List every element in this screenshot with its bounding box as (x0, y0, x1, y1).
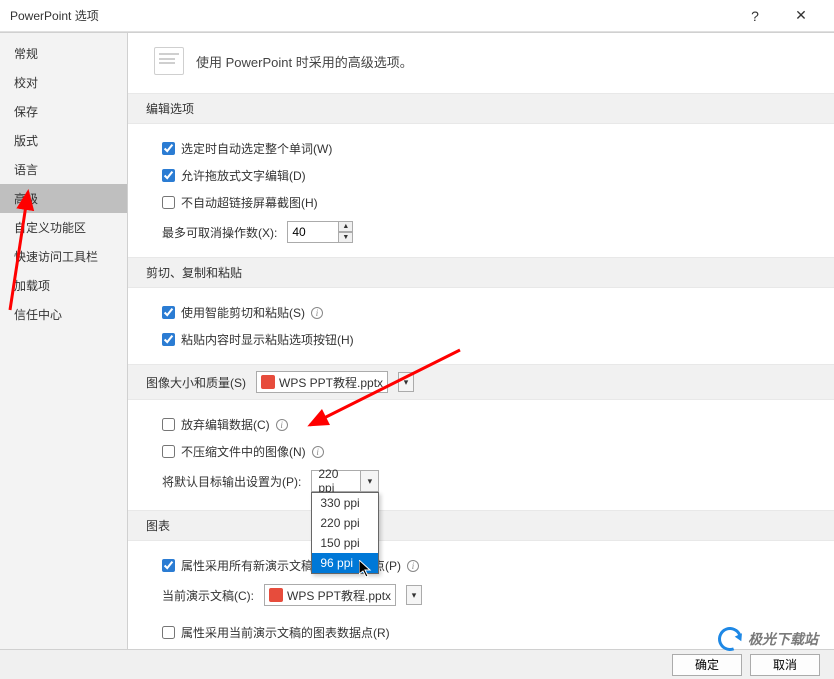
image-file-name: WPS PPT教程.pptx (279, 374, 383, 391)
titlebar: PowerPoint 选项 ? ✕ (0, 0, 834, 32)
ppi-dropdown: 330 ppi 220 ppi 150 ppi 96 ppi (311, 492, 379, 574)
checkbox-no-hyperlink-screenshot[interactable] (162, 196, 175, 209)
checkbox-smart-cut-paste[interactable] (162, 306, 175, 319)
input-undo-count[interactable] (287, 221, 339, 243)
content-pane: 使用 PowerPoint 时采用的高级选项。 编辑选项 选定时自动选定整个单词… (128, 33, 834, 650)
chevron-down-icon[interactable]: ▾ (360, 471, 378, 491)
info-icon[interactable]: i (276, 419, 288, 431)
undo-spin-up[interactable]: ▲ (338, 221, 353, 232)
image-file-select[interactable]: WPS PPT教程.pptx (256, 371, 388, 393)
checkbox-chart-current[interactable] (162, 626, 175, 639)
label-undo-count: 最多可取消操作数(X): (162, 224, 277, 241)
close-button[interactable]: ✕ (778, 0, 824, 32)
image-file-dropdown-arrow[interactable]: ▾ (398, 372, 414, 392)
ppi-value: 220 ppi (312, 467, 360, 495)
ppi-option-150[interactable]: 150 ppi (312, 533, 378, 553)
checkbox-drag-drop[interactable] (162, 169, 175, 182)
section-paste-title: 剪切、复制和粘贴 (128, 257, 834, 288)
page-title: 使用 PowerPoint 时采用的高级选项。 (196, 52, 413, 71)
label-paste-options: 粘贴内容时显示粘贴选项按钮(H) (181, 331, 354, 348)
settings-page-icon (154, 47, 184, 75)
label-current-presentation: 当前演示文稿(C): (162, 587, 254, 604)
checkbox-no-compress[interactable] (162, 445, 175, 458)
checkbox-chart-all-new[interactable] (162, 559, 175, 572)
section-edit-title: 编辑选项 (128, 93, 834, 124)
sidebar-item-language[interactable]: 语言 (0, 155, 127, 184)
checkbox-discard-edit-data[interactable] (162, 418, 175, 431)
cancel-button[interactable]: 取消 (750, 654, 820, 676)
sidebar-item-proofing[interactable]: 校对 (0, 68, 127, 97)
sidebar-item-advanced[interactable]: 高级 (0, 184, 127, 213)
label-smart-cut-paste: 使用智能剪切和粘贴(S) (181, 304, 305, 321)
info-icon[interactable]: i (312, 446, 324, 458)
section-image-label: 图像大小和质量(S) (146, 374, 246, 391)
sidebar-item-general[interactable]: 常规 (0, 39, 127, 68)
sidebar-item-addins[interactable]: 加载项 (0, 271, 127, 300)
checkbox-select-word[interactable] (162, 142, 175, 155)
chart-file-select[interactable]: WPS PPT教程.pptx (264, 584, 396, 606)
sidebar: 常规 校对 保存 版式 语言 高级 自定义功能区 快速访问工具栏 加载项 信任中… (0, 33, 128, 650)
sidebar-item-trust-center[interactable]: 信任中心 (0, 300, 127, 329)
label-select-word: 选定时自动选定整个单词(W) (181, 140, 332, 157)
info-icon[interactable]: i (407, 560, 419, 572)
watermark: 极光下载站 (718, 627, 818, 651)
undo-spin-down[interactable]: ▼ (338, 232, 353, 243)
ok-button[interactable]: 确定 (672, 654, 742, 676)
label-default-ppi: 将默认目标输出设置为(P): (162, 473, 301, 490)
section-image-title: 图像大小和质量(S) WPS PPT教程.pptx ▾ (128, 364, 834, 400)
ppi-option-96[interactable]: 96 ppi (312, 553, 378, 573)
label-chart-current: 属性采用当前演示文稿的图表数据点(R) (181, 624, 390, 641)
label-no-hyperlink-screenshot: 不自动超链接屏幕截图(H) (181, 194, 318, 211)
chart-file-name: WPS PPT教程.pptx (287, 587, 391, 604)
ppi-option-220[interactable]: 220 ppi (312, 513, 378, 533)
ppi-select[interactable]: 220 ppi ▾ (311, 470, 379, 492)
ppi-option-330[interactable]: 330 ppi (312, 493, 378, 513)
checkbox-paste-options[interactable] (162, 333, 175, 346)
sidebar-item-quick-access[interactable]: 快速访问工具栏 (0, 242, 127, 271)
section-chart-title: 图表 (128, 510, 834, 541)
sidebar-item-customize-ribbon[interactable]: 自定义功能区 (0, 213, 127, 242)
watermark-text: 极光下载站 (748, 629, 818, 649)
chart-file-dropdown-arrow[interactable]: ▾ (406, 585, 422, 605)
sidebar-item-save[interactable]: 保存 (0, 97, 127, 126)
help-button[interactable]: ? (732, 0, 778, 32)
label-no-compress: 不压缩文件中的图像(N) (181, 443, 306, 460)
window-title: PowerPoint 选项 (10, 7, 732, 24)
dialog-footer: 确定 取消 (0, 649, 834, 679)
sidebar-item-layout[interactable]: 版式 (0, 126, 127, 155)
pptx-icon (261, 375, 275, 389)
label-drag-drop: 允许拖放式文字编辑(D) (181, 167, 306, 184)
watermark-icon (714, 623, 746, 655)
pptx-icon (269, 588, 283, 602)
label-discard-edit-data: 放弃编辑数据(C) (181, 416, 270, 433)
info-icon[interactable]: i (311, 307, 323, 319)
